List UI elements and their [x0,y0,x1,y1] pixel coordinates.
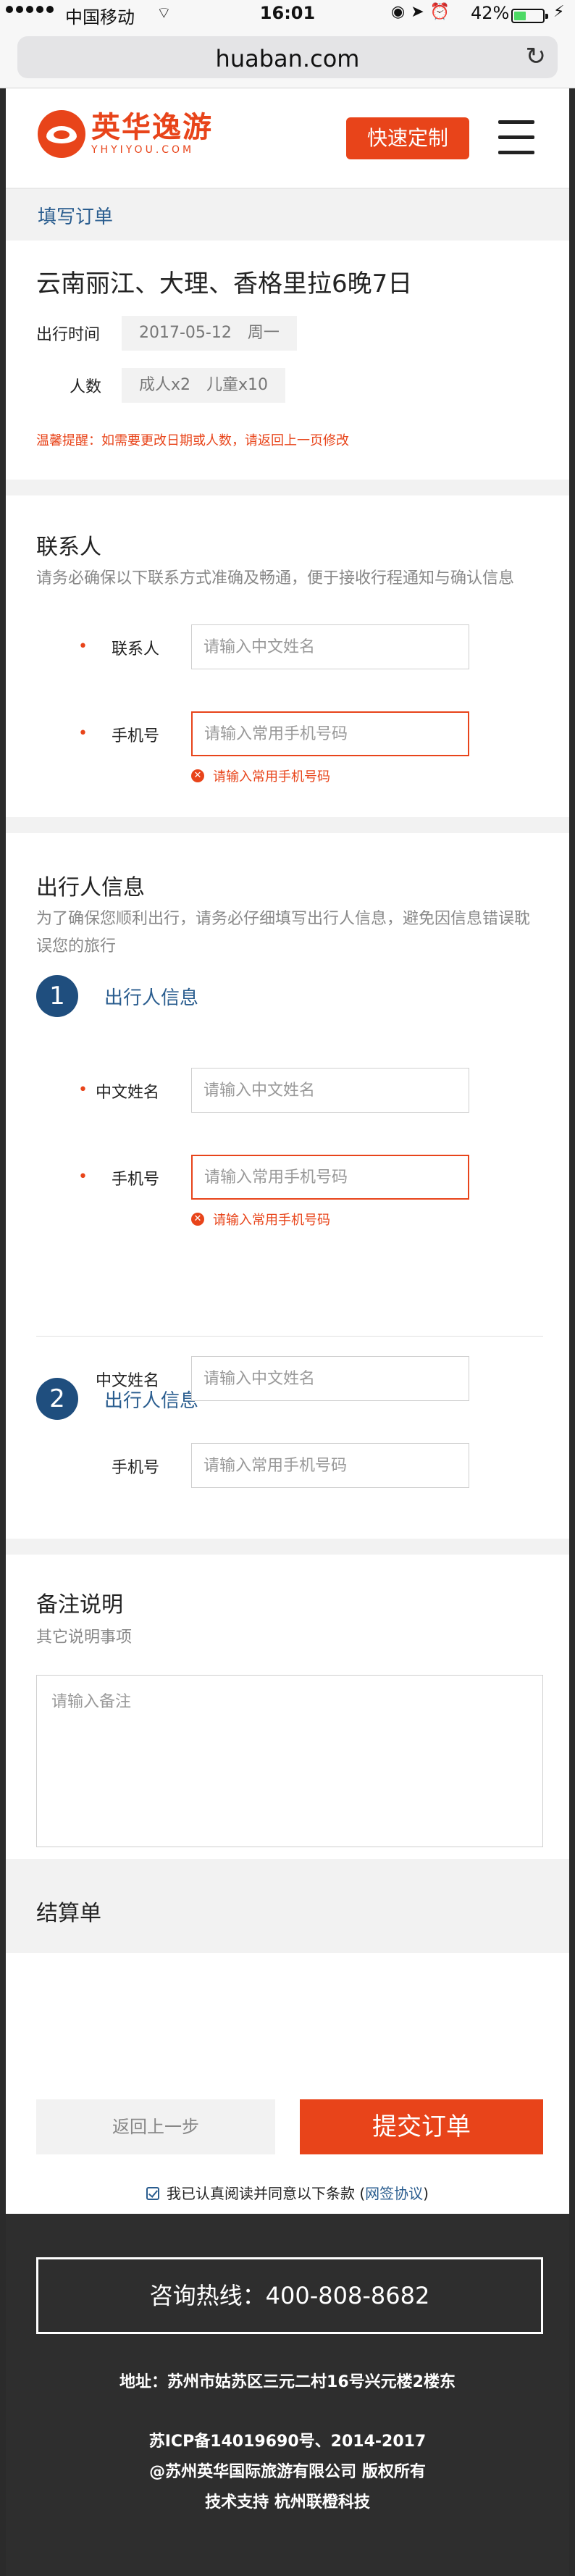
company-address: 地址：苏州市姑苏区三元二村16号兴元楼2楼东 [119,2373,456,2391]
left-frame [0,88,6,2576]
remarks-textarea[interactable] [36,1675,543,1847]
agreement-text-end: ) [423,2185,429,2202]
remarks-desc: 其它说明事项 [36,1628,133,1647]
contact-name-row: • 联系人 [6,624,569,669]
traveler-1-header: 1 出行人信息 [36,975,198,1017]
travelers-title: 出行人信息 [36,875,145,900]
quick-custom-button[interactable]: 快速定制 [346,117,469,159]
agreement-row: 我已认真阅读并同意以下条款 (网签协议) [6,2182,569,2203]
contact-phone-row: • 手机号 [6,711,569,756]
traveler-1-phone-input[interactable] [191,1155,469,1200]
error-icon: ✕ [191,769,204,782]
contact-section: 联系人 请务必确保以下联系方式准确及畅通，便于接收行程通知与确认信息 • 联系人… [6,495,569,872]
traveler-1-name-label: 中文姓名 [95,1084,159,1102]
trip-people-value: 成人x2 儿童x10 [122,368,286,403]
travelers-desc: 为了确保您顺利出行，请务必仔细填写出行人信息，避免因信息错误耽误您的旅行 [36,910,531,955]
tech-support: 技术支持 杭州联橙科技 [205,2493,370,2512]
browser-toolbar: huaban.com ↻ [0,29,575,88]
contact-phone-input[interactable] [191,711,469,756]
reminder-text: 温馨提醒：如需要更改日期或人数，请返回上一页修改 [36,433,349,448]
remarks-section: 备注说明 其它说明事项 [6,1555,569,1895]
trip-date-label: 出行时间 [36,326,101,344]
agreement-checkbox[interactable] [146,2187,159,2200]
footer-info: 苏ICP备14019690号、2014-2017 @苏州英华国际旅游有限公司 版… [6,2427,569,2518]
actions-section: 返回上一步 提交订单 我已认真阅读并同意以下条款 (网签协议) [6,1953,569,2214]
right-frame [569,88,575,2576]
traveler-1-phone-row: • 手机号 [6,1155,569,1200]
section-gap [6,817,569,833]
traveler-2-phone-input[interactable] [191,1443,469,1488]
logo-subtitle: YHYIYOU.COM [91,144,195,156]
contact-phone-error: ✕ 请输入常用手机号码 [191,766,330,785]
site-header: 英华逸游 YHYIYOU.COM 快速定制 [6,88,569,188]
status-bar: 中国移动 ⌔ 16:01 ◉➤⏰ 42% ⚡ [0,0,575,29]
action-buttons: 返回上一步 提交订单 [6,2099,569,2154]
trip-date-row: 出行时间 2017-05-12 周一 [36,316,297,351]
contact-phone-label: 手机号 [111,727,159,745]
traveler-1-phone-error-text: 请输入常用手机号码 [213,1213,330,1228]
agreement-text: 我已认真阅读并同意以下条款 ( [167,2185,366,2202]
copyright: @苏州英华国际旅游有限公司 版权所有 [149,2463,426,2481]
address-bar[interactable]: huaban.com ↻ [17,36,558,78]
page: 英华逸游 YHYIYOU.COM 快速定制 填写订单 云南丽江、大理、香格里拉6… [6,88,569,2576]
logo-mark-icon [38,110,85,158]
trip-people-label: 人数 [69,378,101,396]
site-footer: 咨询热线：400-808-8682 地址：苏州市姑苏区三元二村16号兴元楼2楼东… [6,2214,569,2576]
hamburger-menu-icon[interactable] [498,120,534,155]
agreement-link[interactable]: 网签协议 [365,2185,423,2202]
icp-number: 苏ICP备14019690号、2014-2017 [148,2433,427,2451]
charging-icon: ⚡ [553,3,565,21]
site-logo[interactable]: 英华逸游 YHYIYOU.COM [38,110,213,158]
traveler-1-number: 1 [36,975,78,1017]
logo-title: 英华逸游 [91,111,213,144]
location-alarm-icons: ◉➤⏰ [391,3,456,21]
traveler-1-phone-label: 手机号 [111,1171,159,1189]
battery-percentage: 42% [471,3,510,23]
traveler-2-phone-label: 手机号 [111,1459,159,1477]
contact-phone-error-text: 请输入常用手机号码 [213,769,330,785]
traveler-2-name-label: 中文姓名 [95,1372,159,1390]
settlement-title: 结算单 [36,1901,101,1926]
trip-title: 云南丽江、大理、香格里拉6晚7日 [36,269,413,298]
reload-icon[interactable]: ↻ [526,42,547,71]
contact-name-label: 联系人 [111,640,159,658]
trip-people-row: 人数 成人x2 儿童x10 [36,368,286,403]
traveler-1-phone-error: ✕ 请输入常用手机号码 [191,1210,330,1229]
section-gap [6,1539,569,1555]
settlement-bar: 结算单 [6,1859,569,1953]
hotline-box[interactable]: 咨询热线：400-808-8682 [36,2257,543,2334]
contact-name-input[interactable] [191,624,469,669]
back-button[interactable]: 返回上一步 [36,2099,275,2154]
error-icon: ✕ [191,1213,204,1226]
section-gap [6,480,569,495]
traveler-2-name-field: 中文姓名 [6,1356,569,1401]
battery-icon [511,9,548,23]
traveler-1-name-input[interactable] [191,1068,469,1113]
traveler-divider [36,1336,543,1337]
remarks-title: 备注说明 [36,1592,123,1618]
contact-desc: 请务必确保以下联系方式准确及畅通，便于接收行程通知与确认信息 [36,569,515,587]
breadcrumb-current: 填写订单 [38,206,114,228]
traveler-2-name-input[interactable] [191,1356,469,1401]
breadcrumb: 填写订单 [6,188,569,241]
url-text: huaban.com [215,45,360,72]
travelers-section: 出行人信息 为了确保您顺利出行，请务必仔细填写出行人信息，避免因信息错误耽误您的… [6,833,569,1630]
traveler-1-title: 出行人信息 [104,987,199,1009]
trip-date-value: 2017-05-12 周一 [122,316,297,351]
traveler-2-phone-field: 手机号 [6,1443,569,1488]
submit-order-button[interactable]: 提交订单 [300,2099,543,2154]
traveler-1-name-row: • 中文姓名 [6,1068,569,1113]
contact-title: 联系人 [36,535,101,560]
